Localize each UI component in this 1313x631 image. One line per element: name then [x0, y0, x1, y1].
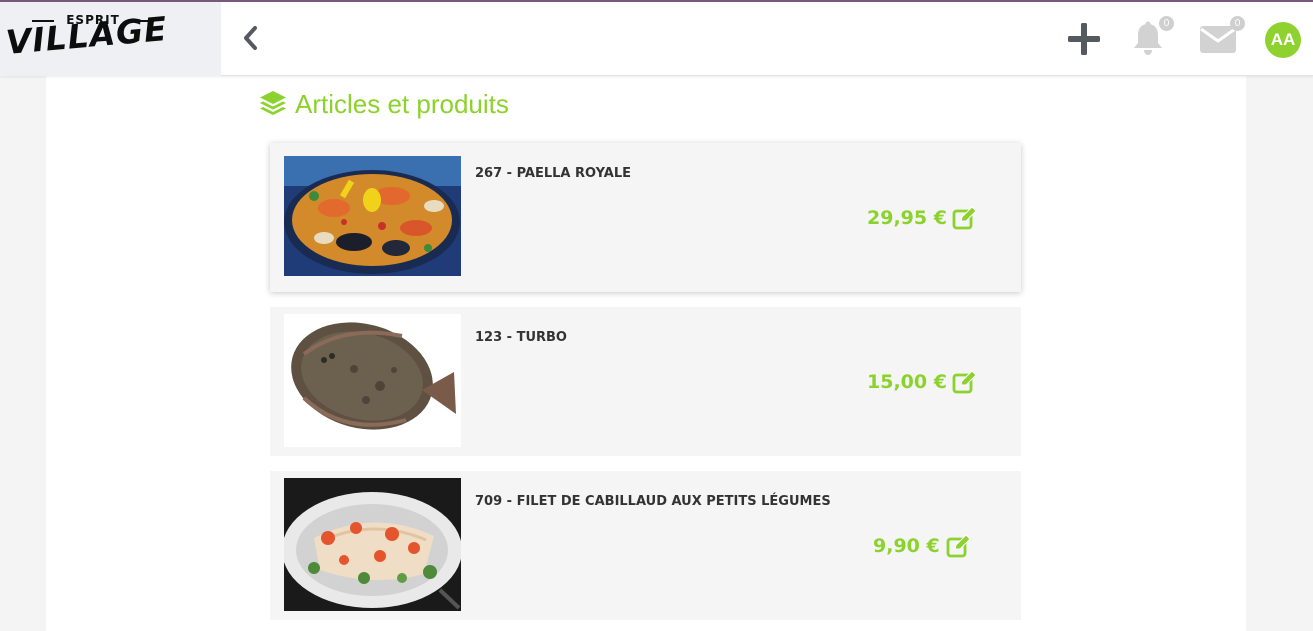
product-price: 29,95 €: [867, 207, 947, 229]
add-button[interactable]: [1064, 2, 1104, 76]
product-name: 267 - PAELLA ROYALE: [475, 166, 632, 181]
cod-fillet-photo: [284, 478, 461, 611]
paella-photo: [284, 156, 461, 276]
product-price: 15,00 €: [867, 371, 947, 393]
edit-icon: [952, 370, 977, 394]
product-card[interactable]: 267 - PAELLA ROYALE 29,95 €: [270, 143, 1021, 292]
product-card[interactable]: 709 - FILET DE CABILLAUD AUX PETITS LÉGU…: [270, 471, 1021, 620]
notifications-button[interactable]: 0: [1128, 2, 1174, 76]
notifications-count-badge: 0: [1159, 16, 1174, 31]
plus-icon: [1068, 23, 1100, 55]
product-card[interactable]: 123 - TURBO 15,00 €: [270, 307, 1021, 456]
page-title-text: Articles et produits: [295, 89, 509, 119]
brand-logo[interactable]: ESPRIT VILLAGE: [0, 2, 221, 76]
messages-count-badge: 0: [1230, 16, 1245, 31]
product-price: 9,90 €: [873, 535, 940, 557]
page-title: Articles et produits: [259, 88, 509, 120]
messages-button[interactable]: 0: [1196, 2, 1245, 76]
product-name: 709 - FILET DE CABILLAUD AUX PETITS LÉGU…: [475, 494, 831, 509]
edit-button[interactable]: [952, 206, 978, 230]
edit-button[interactable]: [952, 370, 978, 394]
edit-button[interactable]: [946, 534, 972, 558]
user-avatar[interactable]: AA: [1265, 22, 1301, 58]
turbot-fish-photo: [284, 314, 461, 447]
chevron-left-icon: [244, 26, 257, 50]
product-name: 123 - TURBO: [475, 330, 567, 345]
back-button[interactable]: [238, 24, 262, 52]
edit-icon: [952, 206, 977, 230]
layers-icon: [260, 91, 286, 115]
edit-icon: [946, 534, 971, 558]
top-header: ESPRIT VILLAGE 0 0 AA: [0, 2, 1313, 76]
